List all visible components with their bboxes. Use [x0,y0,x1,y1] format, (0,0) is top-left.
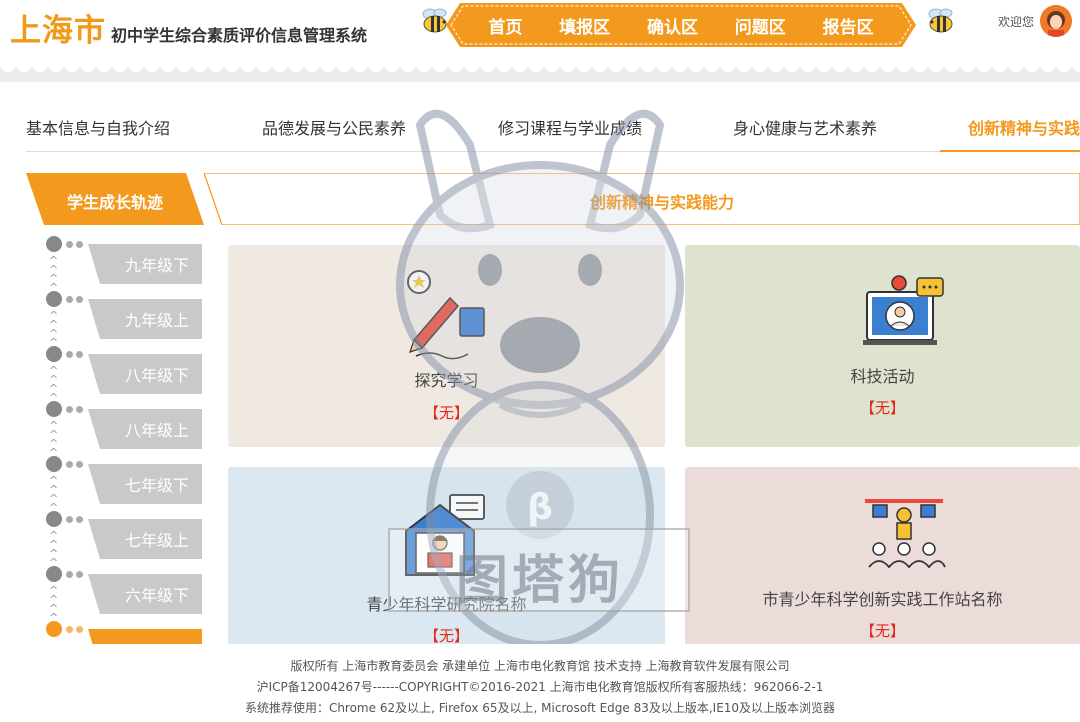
bee-icon [928,8,953,33]
card-youth-science-academy[interactable]: 青少年科学研究院名称 【无】 [228,467,665,657]
footer-copyright: 版权所有 上海市教育委员会 承建单位 上海市电化教育馆 技术支持 上海教育软件发… [290,659,790,673]
card-tech-activity[interactable]: 科技活动 【无】 [685,245,1080,447]
timeline-dot-active [46,621,62,637]
timeline-row: ^ ^ ^ ^ 八年级上 [40,401,210,458]
category-tabs: 基本信息与自我介绍 品德发展与公民素养 修习课程与学业成绩 身心健康与艺术素养 … [26,102,1080,152]
timeline-arrows: ^ ^ ^ ^ [49,584,59,624]
nav-fill[interactable]: 填报区 [559,13,610,38]
card-status: 【无】 [423,627,469,645]
timeline-dot [46,236,62,252]
footer: 版权所有 上海市教育委员会 承建单位 上海市电化教育馆 技术支持 上海教育软件发… [0,644,1080,722]
main-nav: 首页 填报区 确认区 问题区 报告区 [446,3,916,47]
timeline-dot [46,566,62,582]
writing-award-icon [407,270,485,360]
footer-icp: 沪ICP备12004267号------COPYRIGHT©2016-2021 … [256,680,824,694]
card-title: 市青少年科学创新实践工作站名称 [762,590,1003,609]
tab-basic-info[interactable]: 基本信息与自我介绍 [26,115,170,139]
tab-morality[interactable]: 品德发展与公民素养 [262,115,406,139]
tab-innovation[interactable]: 创新精神与实践 [968,115,1080,139]
timeline-arrows: ^ ^ ^ ^ [49,254,59,294]
grade-button[interactable]: 八年级上 [88,409,202,449]
growth-track-title: 学生成长轨迹 [66,193,163,212]
timeline-row: ^ ^ ^ ^ 九年级下 [40,236,210,293]
classroom-icon [865,499,946,569]
reading-student-icon [405,494,485,576]
system-title: 初中学生综合素质评价信息管理系统 [111,26,368,45]
timeline-row: ^ ^ ^ ^ 六年级下 [40,566,210,623]
logo-city: 上海市 [10,13,106,49]
grade-button[interactable]: 七年级下 [88,464,202,504]
card-status: 【无】 [859,622,905,640]
timeline-row: ^ ^ ^ ^ 七年级下 [40,456,210,513]
tab-courses[interactable]: 修习课程与学业成绩 [498,115,642,139]
card-title: 青少年科学研究院名称 [366,595,527,614]
card-title: 探究学习 [414,371,479,390]
avatar[interactable] [1040,5,1072,37]
timeline-row: ^ ^ ^ ^ 八年级下 [40,346,210,403]
timeline-arrows: ^ ^ ^ ^ [49,474,59,514]
timeline-arrows: ^ ^ ^ ^ [49,309,59,349]
header-divider [0,62,1080,82]
section-title: 创新精神与实践能力 [589,193,734,212]
grade-button[interactable]: 七年级上 [88,519,202,559]
timeline-dot [46,511,62,527]
card-title: 科技活动 [850,367,915,386]
timeline-dot [46,456,62,472]
card-innovation-workstation[interactable]: 市青少年科学创新实践工作站名称 【无】 [685,467,1080,657]
timeline-dot [46,291,62,307]
timeline-row: ^ ^ ^ ^ 九年级上 [40,291,210,348]
timeline-dot [46,401,62,417]
card-status: 【无】 [423,404,469,422]
grade-button[interactable]: 九年级上 [88,299,202,339]
section-header: 创新精神与实践能力 [204,173,1080,225]
footer-browser-recommendation: 系统推荐使用：Chrome 62及以上, Firefox 65及以上, Micr… [244,701,836,715]
grade-button[interactable]: 九年级下 [88,244,202,284]
timeline-arrows: ^ ^ ^ ^ [49,364,59,404]
timeline-dot [46,346,62,362]
header: 上海市 初中学生综合素质评价信息管理系统 首页 填报区 确认区 问题区 报告区 … [0,0,1080,60]
nav-confirm[interactable]: 确认区 [647,13,698,38]
nav-issues[interactable]: 问题区 [735,13,786,38]
timeline-arrows: ^ ^ ^ ^ [49,419,59,459]
grade-button[interactable]: 八年级下 [88,354,202,394]
computer-presenter-icon [863,275,944,345]
welcome-text: 欢迎您 [998,15,1035,29]
grade-timeline: ^ ^ ^ ^ 九年级下 ^ ^ ^ ^ 九年级上 ^ ^ ^ ^ 八年级下 ^ ^ ^ ^ 八年级上 … [40,236,210,669]
card-inquiry-learning[interactable]: 探究学习 【无】 [228,245,665,447]
timeline-arrows: ^ ^ ^ ^ [49,529,59,569]
growth-track-header: 学生成长轨迹 [26,173,204,225]
active-tab-indicator [940,150,1080,152]
tab-health-arts[interactable]: 身心健康与艺术素养 [733,115,877,139]
grade-button[interactable]: 六年级下 [88,574,202,614]
nav-home[interactable]: 首页 [488,13,522,38]
nav-report[interactable]: 报告区 [823,13,874,38]
card-status: 【无】 [859,399,905,417]
timeline-row: ^ ^ ^ ^ 七年级上 [40,511,210,568]
